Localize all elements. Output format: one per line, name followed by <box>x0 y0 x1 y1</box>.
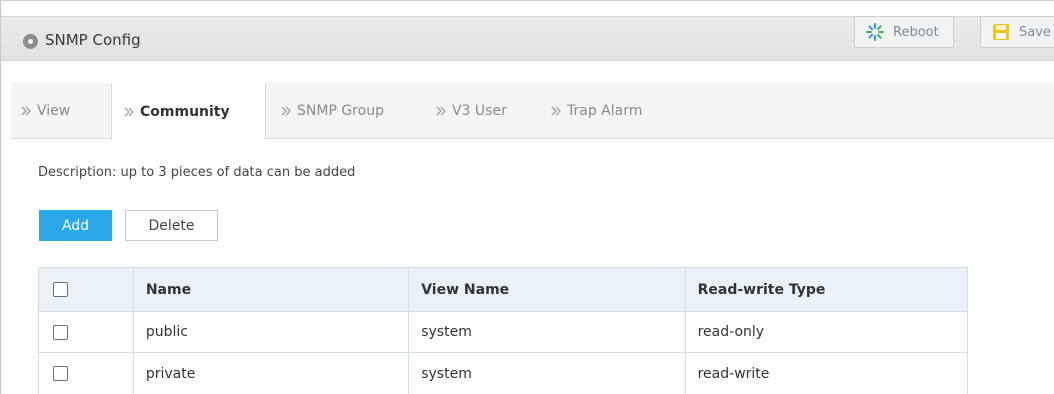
cell-view-name: system <box>409 353 686 394</box>
table-row[interactable]: private system read-write <box>39 353 967 394</box>
tab-label: SNMP Group <box>297 103 384 119</box>
column-header-view-name: View Name <box>409 268 686 311</box>
select-all-checkbox[interactable] <box>53 282 68 297</box>
tab-label: Trap Alarm <box>567 103 643 119</box>
row-check-cell <box>39 353 134 394</box>
cell-name: private <box>134 353 410 394</box>
row-checkbox[interactable] <box>53 366 68 381</box>
select-all-cell <box>39 268 134 311</box>
delete-button[interactable]: Delete <box>125 210 218 241</box>
floppy-disk-icon <box>991 22 1011 42</box>
double-chevron-right-icon <box>124 106 134 118</box>
cell-read-write-type: read-write <box>697 365 770 382</box>
table-header-row: Name View Name Read-write Type <box>39 268 967 312</box>
tab-view[interactable]: View <box>11 83 103 139</box>
circle-dot-icon <box>23 34 38 49</box>
row-check-cell <box>39 312 134 352</box>
tab-v3-user[interactable]: V3 User <box>436 83 536 139</box>
double-chevron-right-icon <box>21 105 31 117</box>
column-header-name: Name <box>134 268 410 311</box>
community-table: Name View Name Read-write Type public sy… <box>38 267 968 394</box>
tab-trap-alarm[interactable]: Trap Alarm <box>551 83 681 139</box>
add-button[interactable]: Add <box>39 210 112 241</box>
snmp-config-page: SNMP Config Reboot Save View Community S… <box>0 0 1054 394</box>
save-button[interactable]: Save <box>980 16 1054 48</box>
table-row[interactable]: public system read-only <box>39 312 967 353</box>
tab-bar: View Community SNMP Group V3 User Trap A… <box>11 83 1054 140</box>
double-chevron-right-icon <box>281 105 291 117</box>
tab-community[interactable]: Community <box>111 83 266 140</box>
cell-read-write-type: read-only <box>697 324 765 340</box>
page-header: SNMP Config Reboot Save <box>1 0 1054 80</box>
cell-name: public <box>134 312 410 352</box>
reboot-label: Reboot <box>893 24 939 40</box>
reboot-button[interactable]: Reboot <box>854 16 954 48</box>
spinner-icon <box>865 22 885 42</box>
double-chevron-right-icon <box>551 105 561 117</box>
cell-view-name: system <box>409 312 686 352</box>
column-header-read-write-type: Read-write Type <box>697 281 826 298</box>
tab-label: V3 User <box>452 103 507 119</box>
save-label: Save <box>1019 24 1051 40</box>
page-title: SNMP Config <box>45 31 141 49</box>
tab-label: Community <box>140 103 230 120</box>
tab-snmp-group[interactable]: SNMP Group <box>281 83 421 139</box>
tab-label: View <box>37 103 71 119</box>
row-checkbox[interactable] <box>53 324 68 340</box>
double-chevron-right-icon <box>436 105 446 117</box>
description-text: Description: up to 3 pieces of data can … <box>38 165 356 180</box>
